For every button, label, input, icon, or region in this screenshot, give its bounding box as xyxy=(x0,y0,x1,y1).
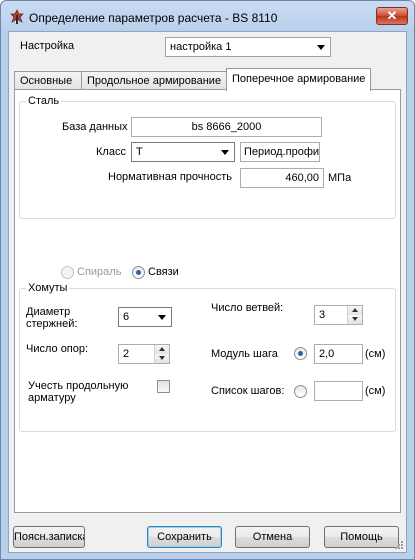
chevron-down-icon xyxy=(317,45,325,50)
settings-value: настройка 1 xyxy=(170,41,232,53)
step-module-radio[interactable] xyxy=(294,347,307,360)
branches-spinner[interactable]: 3 xyxy=(314,305,363,325)
class-value: T xyxy=(136,146,143,158)
dialog-body: Настройка настройка 1 Основные Продольно… xyxy=(8,31,407,553)
tab-longitudinal[interactable]: Продольное армирование xyxy=(81,71,227,90)
spiral-radio[interactable] xyxy=(61,266,74,279)
branches-spinner-buttons xyxy=(347,306,362,324)
class-select[interactable]: T xyxy=(131,142,235,162)
help-button-label: Помощь xyxy=(340,531,383,543)
step-list-radio[interactable] xyxy=(294,385,307,398)
tab-general-label: Основные xyxy=(20,75,73,87)
dialog-window: Определение параметров расчета - BS 8110… xyxy=(0,0,415,560)
cancel-button[interactable]: Отмена xyxy=(235,526,310,548)
longitudinal-label-line2: арматуру xyxy=(28,392,76,404)
stirrups-group-title: Хомуты xyxy=(26,282,70,294)
cancel-button-label: Отмена xyxy=(252,531,293,543)
note-button-label: Поясн.записка xyxy=(14,531,85,543)
tab-strip: Основные Продольное армирование Поперечн… xyxy=(14,68,403,91)
branches-value: 3 xyxy=(319,309,326,321)
supports-value: 2 xyxy=(123,348,130,360)
settings-label: Настройка xyxy=(20,40,75,52)
class-label: Класс xyxy=(96,146,126,158)
save-button[interactable]: Сохранить xyxy=(147,526,222,548)
stirrups-group: Хомуты Диаметр стержней: 6 Число ветвей:… xyxy=(19,282,396,432)
step-list-unit: (см) xyxy=(365,385,386,397)
ties-radio[interactable] xyxy=(132,266,145,279)
strength-label: Нормативная прочность xyxy=(108,171,232,183)
longitudinal-checkbox[interactable] xyxy=(157,380,170,393)
step-module-unit: (см) xyxy=(365,348,386,360)
diameter-label-line2: стержней: xyxy=(26,318,78,330)
tab-panel-transverse: Сталь База данных bs 8666_2000 Класс T П… xyxy=(14,89,401,513)
step-list-label: Список шагов: xyxy=(211,385,285,397)
save-button-label: Сохранить xyxy=(157,531,212,543)
window-title: Определение параметров расчета - BS 8110 xyxy=(29,11,278,25)
app-icon xyxy=(10,9,24,24)
step-list-field[interactable] xyxy=(314,381,363,401)
tab-transverse[interactable]: Поперечное армирование xyxy=(226,68,371,91)
ties-label: Связи xyxy=(148,266,179,278)
spin-down-icon[interactable] xyxy=(155,354,169,363)
longitudinal-label-line1: Учесть продольную xyxy=(28,380,129,392)
tab-longitudinal-label: Продольное армирование xyxy=(87,75,222,87)
strength-unit: МПа xyxy=(328,172,352,184)
chevron-down-icon xyxy=(221,150,229,155)
branches-label: Число ветвей: xyxy=(211,302,284,314)
help-button[interactable]: Помощь xyxy=(324,526,399,548)
chevron-down-icon xyxy=(158,315,166,320)
resize-grip-icon[interactable] xyxy=(394,540,404,550)
diameter-label-line1: Диаметр xyxy=(26,306,71,318)
strength-field[interactable]: 460,00 xyxy=(240,168,324,188)
note-button[interactable]: Поясн.записка xyxy=(13,526,85,548)
steel-group-title: Сталь xyxy=(26,95,62,107)
supports-spinner[interactable]: 2 xyxy=(118,344,170,364)
step-module-field[interactable]: 2,0 xyxy=(314,344,363,364)
database-value: bs 8666_2000 xyxy=(191,121,262,133)
steel-group: Сталь База данных bs 8666_2000 Класс T П… xyxy=(19,95,396,219)
step-module-label: Модуль шага xyxy=(211,348,278,360)
tab-transverse-label: Поперечное армирование xyxy=(232,73,366,85)
supports-label: Число опор: xyxy=(26,343,89,355)
close-icon: ✕ xyxy=(386,8,398,23)
supports-spinner-buttons xyxy=(154,345,169,363)
database-field[interactable]: bs 8666_2000 xyxy=(131,117,322,137)
title-bar[interactable]: Определение параметров расчета - BS 8110… xyxy=(1,1,414,31)
settings-select[interactable]: настройка 1 xyxy=(165,37,331,57)
diameter-select[interactable]: 6 xyxy=(118,307,172,327)
profile-value: Период.профиль xyxy=(244,146,320,158)
step-module-value: 2,0 xyxy=(319,348,335,360)
spiral-label: Спираль xyxy=(77,266,122,278)
database-label: База данных xyxy=(62,121,128,133)
profile-field[interactable]: Период.профиль xyxy=(240,142,320,162)
strength-value: 460,00 xyxy=(285,172,319,184)
spin-down-icon[interactable] xyxy=(348,315,362,324)
close-button[interactable]: ✕ xyxy=(376,7,408,25)
diameter-value: 6 xyxy=(123,311,130,323)
tab-general[interactable]: Основные xyxy=(14,71,82,90)
